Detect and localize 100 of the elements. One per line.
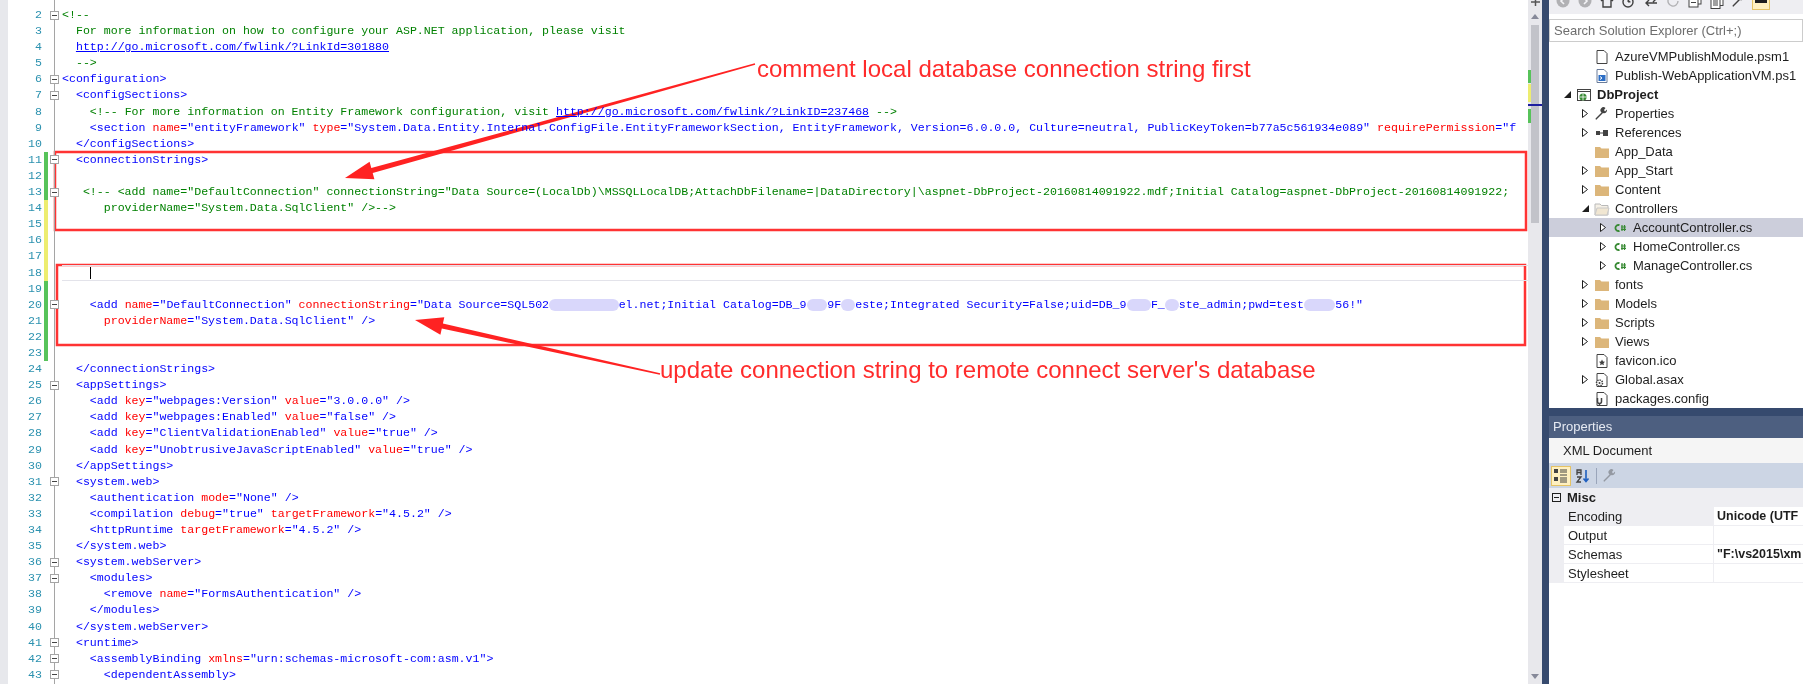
- expand-arrow-icon[interactable]: [1582, 166, 1588, 175]
- line-number: 42: [27, 650, 42, 667]
- code-line: </connectionStrings>: [74, 362, 216, 376]
- redaction-blur: [1303, 298, 1336, 311]
- collapse-icon[interactable]: [1552, 493, 1561, 502]
- tree-item[interactable]: fonts: [1549, 275, 1803, 294]
- line-number: 13: [27, 184, 42, 201]
- script-file-icon: [1594, 67, 1610, 84]
- line-number: 21: [27, 312, 42, 329]
- redaction-blur: [841, 298, 856, 311]
- line-number: 15: [27, 216, 42, 233]
- scroll-up-icon[interactable]: [1531, 14, 1539, 19]
- collapse-icon[interactable]: [50, 670, 59, 680]
- tree-item[interactable]: Views: [1549, 332, 1803, 351]
- collapse-icon[interactable]: [50, 10, 59, 20]
- property-name[interactable]: Output: [1564, 526, 1714, 545]
- tree-item[interactable]: References: [1549, 123, 1803, 142]
- expand-arrow-icon[interactable]: [1582, 280, 1588, 289]
- split-icon[interactable]: [1531, 0, 1540, 6]
- collapse-icon[interactable]: [50, 74, 59, 84]
- collapse-icon[interactable]: [50, 155, 59, 165]
- tree-item[interactable]: App_Start: [1549, 161, 1803, 180]
- expand-arrow-icon[interactable]: [1582, 337, 1588, 346]
- collapse-icon[interactable]: [50, 187, 59, 197]
- collapse-icon[interactable]: [50, 90, 59, 100]
- line-number: 10: [27, 135, 42, 152]
- tree-item[interactable]: favicon.ico: [1549, 351, 1803, 370]
- expand-arrow-icon[interactable]: [1582, 109, 1588, 118]
- line-number: 20: [27, 296, 42, 313]
- tree-item[interactable]: Content: [1549, 180, 1803, 199]
- tree-item[interactable]: Publish-WebApplicationVM.ps1: [1549, 66, 1803, 85]
- search-field[interactable]: Search Solution Explorer (Ctrl+;): [1549, 19, 1803, 42]
- tree-item[interactable]: Scripts: [1549, 313, 1803, 332]
- tree-item[interactable]: ManageController.cs: [1549, 256, 1803, 275]
- redaction-blur: [1164, 298, 1179, 311]
- code-line: <add key="UnobtrusiveJavaScriptEnabled" value="true" />: [88, 442, 473, 456]
- collapse-arrow-icon[interactable]: [1563, 91, 1571, 98]
- gear-file-icon: [1594, 371, 1610, 388]
- line-number: 40: [27, 618, 42, 635]
- line-number: 30: [27, 457, 42, 474]
- collapse-icon[interactable]: [50, 573, 59, 583]
- line-number: 37: [27, 570, 42, 587]
- expand-arrow-icon[interactable]: [1600, 223, 1606, 232]
- code-line: -->: [74, 56, 97, 70]
- expand-arrow-icon[interactable]: [1582, 318, 1588, 327]
- collapse-icon[interactable]: [50, 557, 59, 567]
- tree-item[interactable]: packages.config: [1549, 389, 1803, 408]
- redaction-blur: [549, 298, 619, 311]
- tree-item[interactable]: App_Data: [1549, 142, 1803, 161]
- scrollbar-thumb[interactable]: [1531, 25, 1539, 223]
- line-number: 35: [27, 538, 42, 555]
- collapse-icon[interactable]: [50, 380, 59, 390]
- expand-arrow-icon[interactable]: [1582, 375, 1588, 384]
- code-line: <appSettings>: [74, 378, 167, 392]
- scroll-down-icon[interactable]: [1531, 674, 1539, 679]
- line-number: 12: [27, 167, 42, 184]
- property-name[interactable]: Encoding: [1564, 507, 1714, 526]
- code-line: <configuration>: [62, 72, 167, 86]
- expand-arrow-icon[interactable]: [1600, 261, 1606, 270]
- expand-arrow-icon[interactable]: [1582, 299, 1588, 308]
- tree-item[interactable]: Global.asax: [1549, 370, 1803, 389]
- expand-arrow-icon[interactable]: [1582, 185, 1588, 194]
- image-file-icon: [1594, 352, 1610, 369]
- sort-alphabetical-icon[interactable]: [1574, 466, 1592, 485]
- config-file-icon: [1594, 390, 1610, 407]
- property-name[interactable]: Stylesheet: [1564, 564, 1714, 583]
- tree-item[interactable]: AzureVMPublishModule.psm1: [1549, 47, 1803, 66]
- tree-item[interactable]: Controllers: [1549, 199, 1803, 218]
- tree-item[interactable]: DbProject: [1549, 85, 1803, 104]
- code-link[interactable]: http://go.microsoft.com/fwlink/?LinkId=301880: [75, 40, 389, 54]
- code-line: </modules>: [88, 603, 160, 617]
- collapse-icon[interactable]: [50, 300, 59, 310]
- tree-item[interactable]: Properties: [1549, 104, 1803, 123]
- folder-icon: [1594, 200, 1610, 217]
- change-marker: [1528, 109, 1531, 123]
- tree-item[interactable]: Models: [1549, 294, 1803, 313]
- expand-arrow-icon[interactable]: [1582, 128, 1588, 137]
- collapse-icon[interactable]: [50, 654, 59, 664]
- line-number: 17: [27, 248, 42, 265]
- collapse-icon[interactable]: [50, 638, 59, 648]
- line-number: 7: [34, 87, 42, 104]
- vertical-scrollbar[interactable]: [1528, 0, 1542, 684]
- code-line: <httpRuntime targetFramework="4.5.2" />: [88, 523, 362, 536]
- code-line: <add key="ClientValidationEnabled" value="true" />: [88, 426, 438, 440]
- collapse-icon[interactable]: [50, 477, 59, 487]
- categorized-icon[interactable]: [1552, 466, 1570, 485]
- code-line: <add key="webpages:Version" value="3.0.0.0" />: [88, 394, 410, 408]
- redaction-blur: [806, 298, 828, 311]
- code-line: <system.webServer>: [74, 555, 202, 569]
- line-number: 29: [27, 441, 42, 458]
- property-name[interactable]: Schemas: [1564, 545, 1714, 564]
- tree-item[interactable]: HomeController.cs: [1549, 237, 1803, 256]
- line-number: 9: [34, 119, 42, 136]
- category-row[interactable]: Misc: [1549, 488, 1803, 507]
- line-number: 14: [27, 200, 42, 217]
- tree-item[interactable]: AccountController.cs: [1549, 218, 1803, 237]
- line-number: 27: [27, 409, 42, 426]
- collapse-arrow-icon[interactable]: [1581, 205, 1589, 212]
- code-line: <connectionStrings>: [74, 152, 209, 166]
- expand-arrow-icon[interactable]: [1600, 242, 1606, 251]
